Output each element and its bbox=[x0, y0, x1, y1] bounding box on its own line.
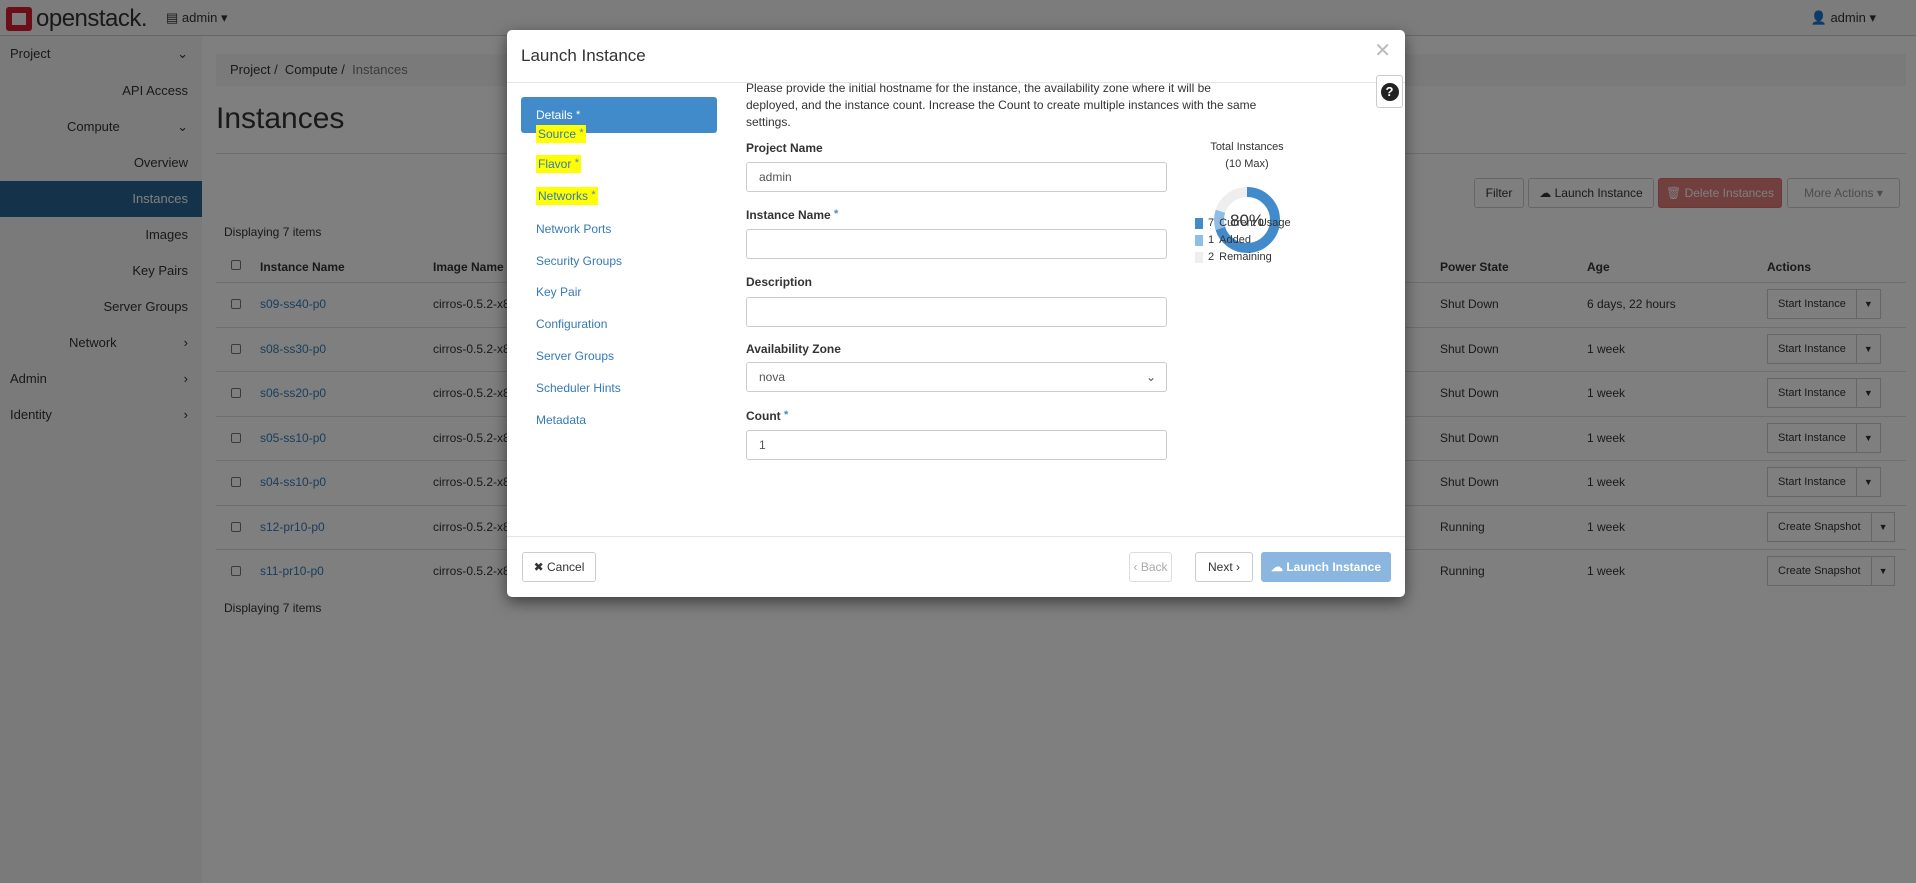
wizard-step-flavor[interactable]: Flavor * bbox=[536, 155, 581, 173]
label-text: Instance Name bbox=[746, 208, 831, 222]
description-label: Description bbox=[746, 275, 813, 289]
required-mark: * bbox=[574, 157, 579, 169]
cloud-upload-icon: ☁ bbox=[1270, 560, 1283, 574]
button-label: Launch Instance bbox=[1286, 560, 1382, 574]
legend-value: 7 bbox=[1208, 217, 1215, 229]
legend-item: 7 Current Usage bbox=[1195, 217, 1291, 229]
step-label: Network Ports bbox=[536, 222, 612, 236]
required-mark: * bbox=[579, 127, 584, 139]
wizard-step-source[interactable]: Source * bbox=[536, 125, 586, 143]
step-label: Details bbox=[536, 108, 573, 122]
step-label: Server Groups bbox=[536, 349, 615, 363]
step-description: Please provide the initial hostname for … bbox=[746, 81, 1257, 129]
step-label: Scheduler Hints bbox=[536, 381, 621, 395]
instance-name-label: Instance Name * bbox=[746, 208, 838, 222]
wizard-step-key-pair[interactable]: Key Pair bbox=[536, 285, 581, 299]
chevron-down-icon: ⌄ bbox=[1145, 370, 1156, 384]
launch-instance-submit-button[interactable]: ☁ Launch Instance bbox=[1261, 552, 1391, 582]
legend-label: Remaining bbox=[1219, 251, 1272, 263]
count-input[interactable]: 1 bbox=[746, 430, 1167, 460]
legend-swatch bbox=[1195, 234, 1203, 246]
modal-title: Launch Instance bbox=[521, 46, 646, 65]
back-button[interactable]: ‹ Back bbox=[1129, 552, 1172, 582]
help-button[interactable]: ? bbox=[1376, 75, 1403, 108]
cancel-button[interactable]: ✖ Cancel bbox=[522, 552, 596, 582]
legend-item: 2 Remaining bbox=[1195, 251, 1272, 263]
required-mark: * bbox=[576, 109, 581, 121]
close-icon: ✖ bbox=[533, 560, 544, 574]
question-circle-icon: ? bbox=[1380, 83, 1399, 101]
required-mark: * bbox=[784, 409, 789, 421]
availability-zone-select[interactable]: nova ⌄ bbox=[746, 362, 1167, 392]
step-label: Source bbox=[538, 127, 577, 141]
count-label: Count * bbox=[746, 409, 788, 423]
step-label: Security Groups bbox=[536, 254, 623, 268]
select-value: nova bbox=[759, 370, 786, 384]
step-label: Key Pair bbox=[536, 285, 582, 299]
description-input[interactable] bbox=[746, 297, 1167, 327]
project-name-input: admin bbox=[746, 162, 1167, 192]
wizard-step-configuration[interactable]: Configuration bbox=[536, 317, 607, 331]
wizard-step-scheduler-hints[interactable]: Scheduler Hints bbox=[536, 381, 621, 395]
wizard-step-metadata[interactable]: Metadata bbox=[536, 413, 586, 427]
legend-label: Current Usage bbox=[1219, 217, 1291, 229]
wizard-step-server-groups[interactable]: Server Groups bbox=[536, 349, 614, 363]
required-mark: * bbox=[834, 208, 839, 220]
project-name-label: Project Name bbox=[746, 141, 823, 155]
step-label: Configuration bbox=[536, 317, 608, 331]
divider bbox=[507, 536, 1405, 537]
chart-subtitle: (10 Max) bbox=[1225, 158, 1269, 170]
step-label: Metadata bbox=[536, 413, 587, 427]
step-label: Flavor bbox=[538, 157, 572, 171]
legend-value: 1 bbox=[1208, 234, 1215, 246]
launch-instance-modal: Launch Instance ✕ ? Details * Source * Fla… bbox=[507, 30, 1405, 597]
legend-label: Added bbox=[1219, 234, 1251, 246]
label-text: Count bbox=[746, 409, 781, 423]
legend-swatch bbox=[1195, 217, 1203, 229]
close-icon[interactable]: ✕ bbox=[1374, 38, 1391, 63]
availability-zone-label: Availability Zone bbox=[746, 342, 841, 356]
required-mark: * bbox=[591, 189, 596, 201]
instance-name-input[interactable] bbox=[746, 229, 1167, 259]
wizard-step-security-groups[interactable]: Security Groups bbox=[536, 254, 622, 268]
legend-swatch bbox=[1195, 251, 1203, 263]
legend-value: 2 bbox=[1208, 251, 1215, 263]
button-label: Cancel bbox=[547, 560, 585, 574]
wizard-step-networks[interactable]: Networks * bbox=[536, 187, 598, 205]
next-button[interactable]: Next › bbox=[1195, 552, 1253, 582]
wizard-step-network-ports[interactable]: Network Ports bbox=[536, 222, 611, 236]
step-label: Networks bbox=[538, 189, 589, 203]
legend-item: 1 Added bbox=[1195, 234, 1251, 246]
chart-title: Total Instances bbox=[1210, 141, 1284, 153]
